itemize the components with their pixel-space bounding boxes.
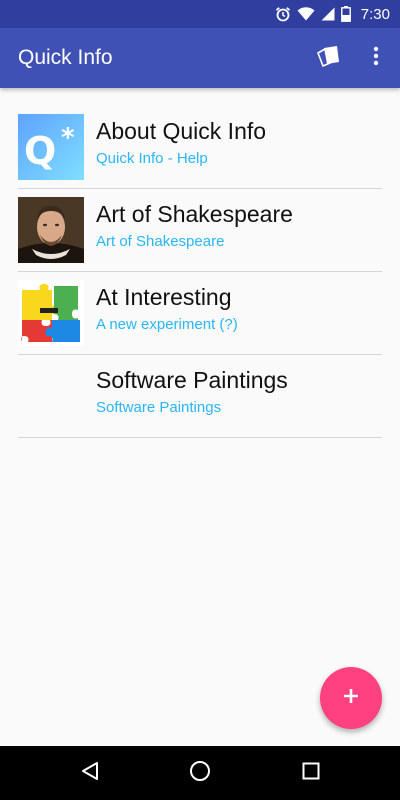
add-button[interactable] (320, 667, 382, 729)
list-item[interactable]: At Interesting A new experiment (?) (0, 272, 400, 355)
item-subtitle: Software Paintings (96, 399, 222, 416)
home-button[interactable] (188, 760, 212, 787)
back-icon (79, 760, 101, 787)
puzzle-pieces (18, 280, 84, 346)
item-subtitle: A new experiment (?) (96, 316, 238, 333)
more-vert-icon (373, 46, 379, 71)
alarm-icon (275, 6, 291, 22)
battery-icon (340, 6, 351, 22)
home-icon (189, 760, 211, 787)
recents-button[interactable] (299, 761, 323, 785)
list-item[interactable]: Q * About Quick Info Quick Info - Help (0, 106, 400, 189)
item-title: Software Paintings (96, 367, 288, 393)
cards-icon (315, 44, 341, 73)
item-subtitle: Art of Shakespeare (96, 233, 225, 250)
list-item[interactable]: Software Paintings Software Paintings (0, 355, 400, 438)
cards-button[interactable] (310, 40, 346, 76)
more-options-button[interactable] (358, 40, 394, 76)
back-button[interactable] (78, 761, 102, 785)
info-list: Q * About Quick Info Quick Info - Help A… (0, 106, 400, 438)
app-bar: Quick Info (0, 28, 400, 88)
shakespeare-portrait (18, 197, 84, 263)
status-bar: 7:30 (0, 0, 400, 28)
item-title: Art of Shakespeare (96, 201, 293, 227)
quick-info-logo: Q * (18, 114, 84, 180)
nav-bar (0, 746, 400, 800)
app-title: Quick Info (18, 46, 113, 69)
list-item[interactable]: Art of Shakespeare Art of Shakespeare (0, 189, 400, 272)
signal-icon (321, 7, 335, 21)
item-title: About Quick Info (96, 118, 267, 144)
svg-text:*: * (61, 123, 75, 153)
add-icon (343, 688, 359, 709)
divider (18, 437, 382, 438)
svg-text:Q: Q (24, 129, 56, 173)
wifi-icon (297, 7, 315, 21)
status-icons: 7:30 (275, 0, 390, 28)
item-title: At Interesting (96, 284, 232, 310)
status-time: 7:30 (360, 5, 390, 23)
recents-icon (301, 761, 321, 786)
item-subtitle: Quick Info - Help (96, 150, 208, 167)
